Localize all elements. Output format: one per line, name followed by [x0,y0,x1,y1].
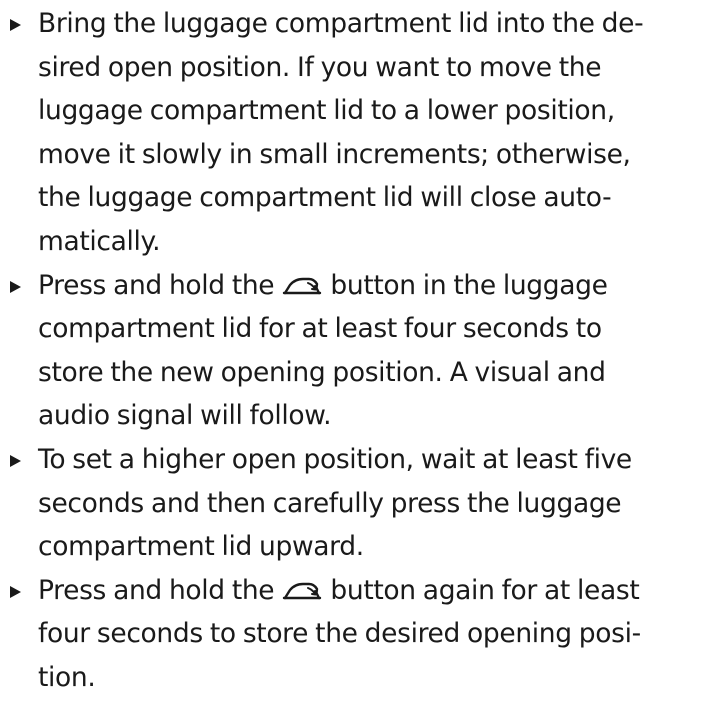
luggage-compartment-lid-icon [283,582,322,599]
instruction-steps: Bring the luggage compartment lid into t… [0,2,720,700]
step-3-line: compartment lid upward. [38,531,364,563]
step-3-line: seconds and then carefully press the lug… [38,487,622,519]
triangle-bullet-icon [10,280,21,293]
step-1-line: Bring the luggage compartment lid into t… [38,8,644,39]
step-2-line: compartment lid for at least four second… [38,313,602,345]
step-item-2: Press and hold the button in the luggage… [0,264,720,438]
step-1-line: sired open position. If you want to move… [38,51,602,83]
step-4-text-before-icon: Press and hold the [38,574,275,606]
step-1-line: move it slowly in small increments; othe… [38,138,631,170]
step-item-3: To set a higher open position, wait at l… [0,438,720,569]
triangle-bullet-icon [10,454,21,467]
instruction-page: Bring the luggage compartment lid into t… [0,0,720,705]
step-4-line: four seconds to store the desired openin… [38,618,641,650]
step-2-line: audio signal will follow. [38,400,332,432]
triangle-bullet-icon [10,19,21,31]
step-item-1: Bring the luggage compartment lid into t… [0,2,720,264]
triangle-bullet-icon [10,585,21,598]
luggage-compartment-lid-icon [283,277,322,294]
step-1-line: luggage compartment lid to a lower posit… [38,95,615,127]
step-2-text-after-icon: button in the luggage [330,269,608,301]
step-2-first-line: Press and hold the button in the luggage [38,264,712,308]
step-4-text-after-icon: button again for at least [330,574,640,606]
step-4-first-line: Press and hold the button again for at l… [38,569,712,613]
step-3-line: To set a higher open position, wait at l… [38,443,632,475]
step-2-text-before-icon: Press and hold the [38,269,275,301]
step-2-line: store the new opening position. A visual… [38,356,606,388]
step-4-line: tion. [38,661,96,693]
step-1-line: the luggage compartment lid will close a… [38,182,612,214]
step-item-4: Press and hold the button again for at l… [0,569,720,700]
step-1-line: matically. [38,225,161,257]
